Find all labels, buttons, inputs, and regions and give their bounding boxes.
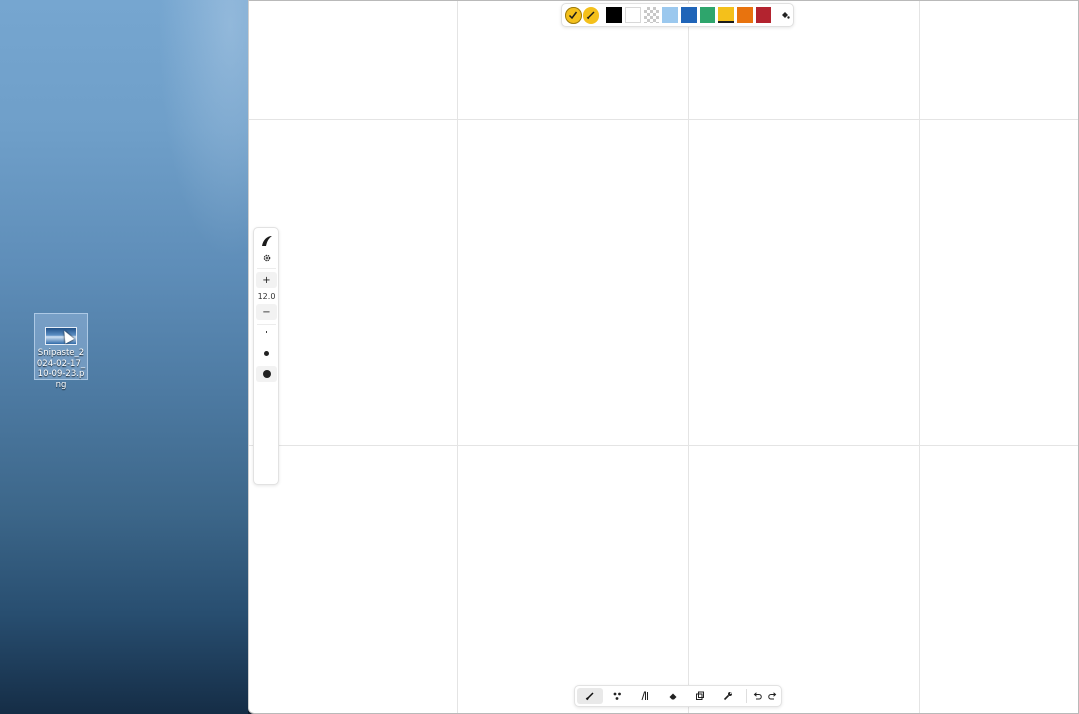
zoom-in-button[interactable]: + xyxy=(256,272,277,288)
color-palette xyxy=(561,3,794,27)
redo-button[interactable] xyxy=(765,688,781,704)
primary-color-button[interactable] xyxy=(565,6,582,24)
size-large-button[interactable] xyxy=(256,366,277,382)
zoom-out-button[interactable]: − xyxy=(256,304,277,320)
undo-icon xyxy=(754,692,763,700)
swatch-transparent[interactable] xyxy=(643,7,660,23)
copy-tool-button[interactable] xyxy=(687,688,713,704)
shapes-icon xyxy=(613,692,622,700)
brush-settings-toolbar: + 12.0 − xyxy=(253,227,279,485)
swatch-blue[interactable] xyxy=(680,7,697,23)
grid-line xyxy=(688,1,689,713)
grid-line xyxy=(919,1,920,713)
size-medium-button[interactable] xyxy=(256,346,277,360)
swatch-green[interactable] xyxy=(699,7,716,23)
undo-button[interactable] xyxy=(750,688,766,704)
swatch-white[interactable] xyxy=(624,7,641,23)
screen: Snipaste_2024-02-17_10-09-23.png + 12.0 … xyxy=(0,0,1079,714)
shapes-tool-button[interactable] xyxy=(605,688,631,704)
check-icon xyxy=(569,11,578,20)
swatch-light-blue[interactable] xyxy=(662,7,678,23)
wrench-tool-button[interactable] xyxy=(715,688,741,704)
text-icon xyxy=(641,691,648,701)
text-tool-button[interactable] xyxy=(632,688,658,704)
size-large-dot-icon xyxy=(262,370,271,378)
swatch-yellow[interactable] xyxy=(718,7,734,23)
brush-icon[interactable] xyxy=(256,233,277,249)
desktop-file-icon[interactable]: Snipaste_2024-02-17_10-09-23.png xyxy=(34,313,88,390)
mouse-cursor-icon xyxy=(59,328,75,344)
swatch-orange[interactable] xyxy=(737,7,753,23)
eraser-icon xyxy=(669,693,677,700)
swatch-red[interactable] xyxy=(755,7,772,23)
redo-icon xyxy=(768,692,777,700)
grid-line xyxy=(457,1,458,713)
pencil-icon xyxy=(586,11,595,20)
grid-line xyxy=(249,445,1078,446)
bottom-toolbar xyxy=(574,685,782,707)
desktop-wallpaper: Snipaste_2024-02-17_10-09-23.png xyxy=(0,0,248,714)
desktop-file-label: Snipaste_2024-02-17_10-09-23.png xyxy=(36,348,86,390)
size-small-dot-icon xyxy=(265,331,268,333)
zoom-value: 12.0 xyxy=(257,291,276,301)
copy-icon xyxy=(696,691,705,700)
swatch-black[interactable] xyxy=(606,7,622,23)
pen-icon xyxy=(585,692,594,701)
size-medium-dot-icon xyxy=(264,350,269,356)
pen-tool-button[interactable] xyxy=(577,688,603,704)
size-small-button[interactable] xyxy=(256,325,277,339)
wrench-icon xyxy=(723,692,732,701)
eraser-tool-button[interactable] xyxy=(660,688,686,704)
gear-icon[interactable] xyxy=(256,251,277,264)
whiteboard-canvas[interactable] xyxy=(248,0,1079,714)
paint-bucket-icon[interactable] xyxy=(777,7,793,23)
grid-line xyxy=(249,119,1078,120)
secondary-color-button[interactable] xyxy=(582,6,600,24)
toolbar-divider xyxy=(745,689,747,703)
file-icon xyxy=(45,327,77,345)
